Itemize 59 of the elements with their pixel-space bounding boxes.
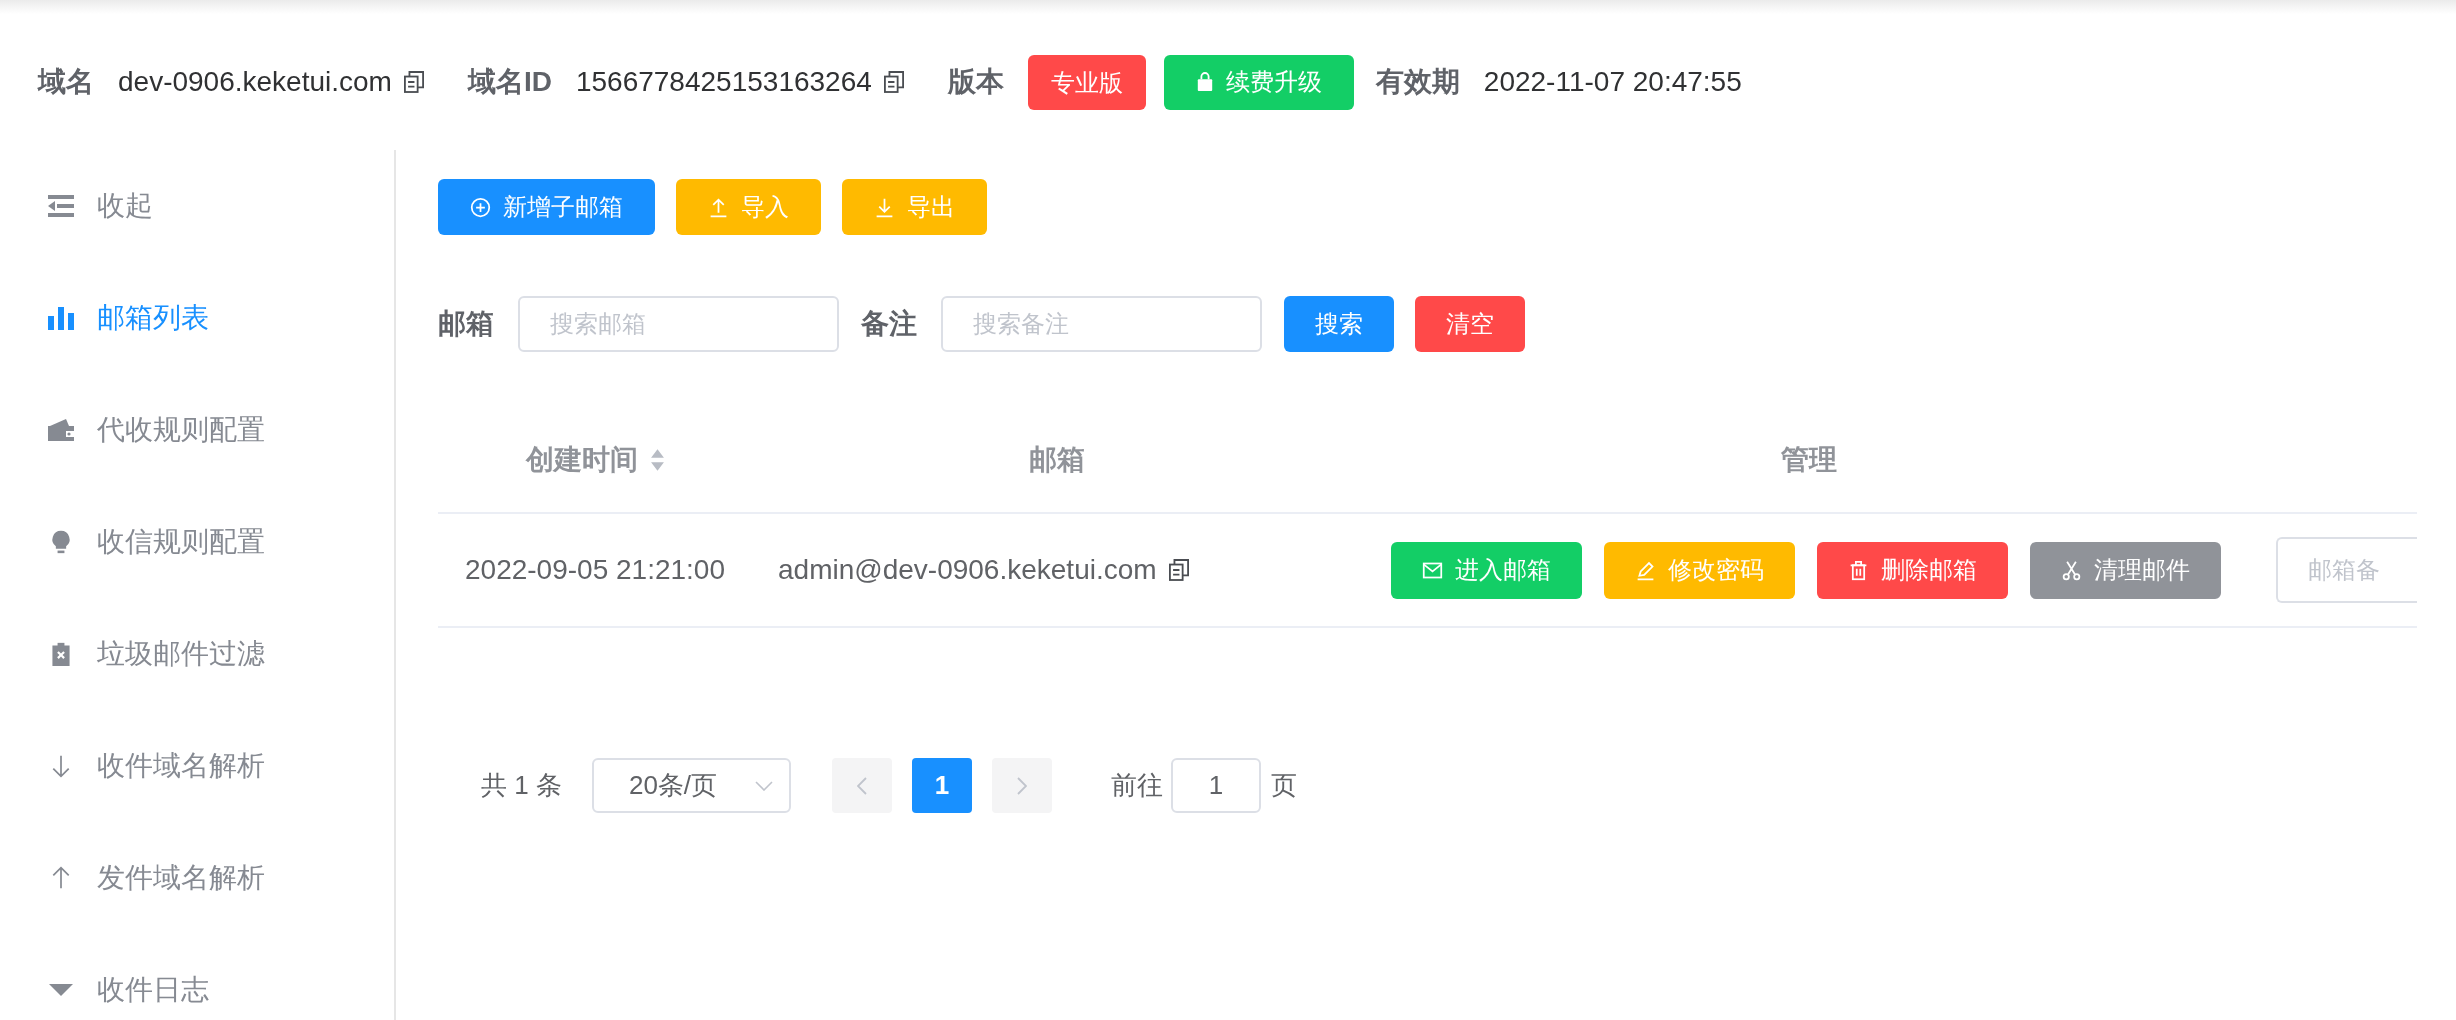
sidebar-item[interactable]: 代收规则配置 — [0, 374, 394, 486]
field-label: 域名 — [38, 65, 94, 99]
chevron-down-icon — [754, 780, 773, 791]
field-label: 邮箱 — [438, 307, 494, 341]
search-field[interactable]: 搜索备注 — [941, 296, 1262, 352]
page-button[interactable]: 1 — [911, 758, 972, 813]
field-label: 有效期 — [1375, 65, 1460, 99]
pen-icon — [1635, 559, 1656, 581]
page-jump-field[interactable]: 1 — [1170, 758, 1261, 813]
action-button[interactable]: 清理邮件 — [2030, 541, 2221, 599]
circle-plus-icon — [470, 196, 491, 218]
sidebar-item[interactable]: 收件域名解析 — [0, 710, 394, 822]
field-label: 版本 — [947, 65, 1004, 99]
action-button[interactable]: 进入邮箱 — [1391, 541, 1582, 599]
toolbar-button[interactable]: 导出 — [842, 179, 987, 235]
renew-button[interactable]: 续费升级 — [1163, 54, 1354, 110]
sidebar-item[interactable]: 收件日志 — [0, 934, 394, 1020]
trash-icon — [1848, 559, 1869, 581]
bar-chart-icon — [47, 306, 75, 330]
goto-label: 前往 — [1110, 769, 1163, 802]
domain-value: dev-0906.keketui.com — [118, 66, 392, 98]
sidebar-item[interactable]: 垃圾邮件过滤 — [0, 598, 394, 710]
column-header: 管理 — [1781, 443, 1837, 477]
expiry-value: 2022-11-07 20:47:55 — [1483, 66, 1742, 98]
chevron-right-icon — [1016, 776, 1027, 795]
sidebar-item[interactable]: 发件域名解析 — [0, 822, 394, 934]
domain-id-value: 1566778425153163264 — [575, 66, 872, 98]
sidebar-item[interactable]: 收信规则配置 — [0, 486, 394, 598]
search-button[interactable]: 搜索 — [1284, 296, 1394, 352]
caret-down-icon — [47, 983, 75, 997]
edition-badge: 专业版 — [1027, 54, 1146, 110]
copy-icon[interactable] — [1168, 559, 1189, 581]
toolbar-button[interactable]: 新增子邮箱 — [438, 179, 655, 235]
scissors-icon — [2061, 559, 2082, 581]
field-label: 域名ID — [467, 65, 552, 99]
action-button[interactable]: 删除邮箱 — [1817, 541, 2008, 599]
padlock-icon — [1195, 72, 1214, 92]
search-field[interactable]: 搜索邮箱 — [518, 296, 839, 352]
collapse-icon — [47, 194, 75, 218]
field-label: 备注 — [861, 307, 917, 341]
note-field[interactable]: 邮箱备 — [2276, 537, 2417, 603]
page-suffix: 页 — [1270, 769, 1297, 802]
column-header: 邮箱 — [1029, 443, 1085, 477]
email-cell: admin@dev-0906.keketui.com — [778, 554, 1157, 586]
action-button[interactable]: 修改密码 — [1604, 541, 1795, 599]
upload-icon — [708, 196, 729, 218]
wallet-icon — [47, 418, 75, 442]
total-count: 共 1 条 — [481, 769, 562, 802]
column-header: 创建时间 — [525, 443, 638, 477]
search-button[interactable]: 清空 — [1415, 296, 1525, 352]
sidebar-item[interactable]: 收起 — [0, 150, 394, 262]
table-cell-text: 2022-09-05 21:21:00 — [464, 554, 726, 586]
chevron-left-icon — [856, 776, 867, 795]
sidebar-item[interactable]: 邮箱列表 — [0, 262, 394, 374]
page-size-select[interactable]: 20条/页 — [591, 758, 791, 813]
download-icon — [874, 196, 895, 218]
copy-icon[interactable] — [403, 71, 424, 93]
toolbar-button[interactable]: 导入 — [676, 179, 821, 235]
copy-icon[interactable] — [883, 71, 904, 93]
